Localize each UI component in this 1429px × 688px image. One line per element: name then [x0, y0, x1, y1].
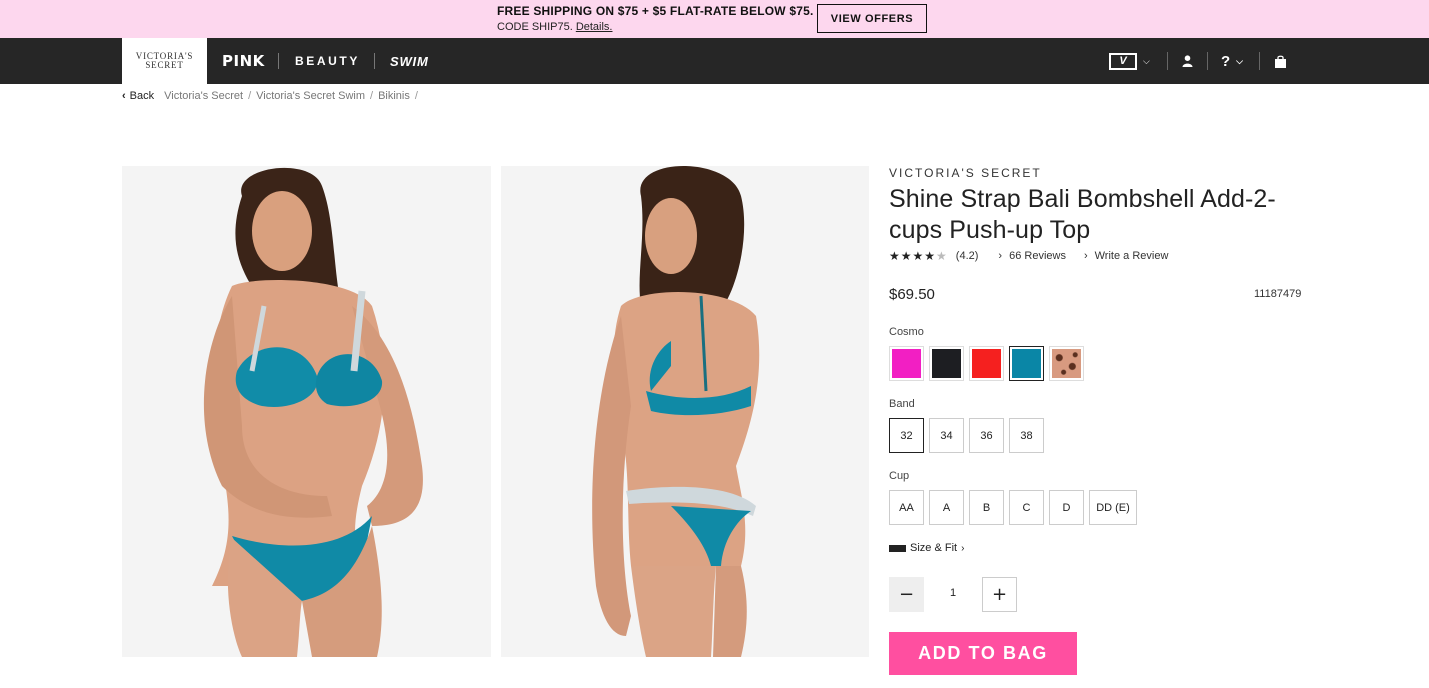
- nav-divider: [1167, 52, 1168, 70]
- chevron-right-icon: ›: [961, 542, 965, 554]
- vs-logo[interactable]: VICTORIA'S SECRET: [122, 38, 207, 84]
- nav-divider: [374, 53, 375, 69]
- shopping-bag-button[interactable]: [1274, 38, 1287, 84]
- product-brand: VICTORIA'S SECRET: [889, 166, 1042, 180]
- color-swatches: [889, 346, 1084, 381]
- help-dropdown[interactable]: ? ⌵: [1221, 38, 1243, 84]
- color-swatch-red[interactable]: [969, 346, 1004, 381]
- rating-value: (4.2): [955, 250, 979, 262]
- quantity-decrease-button[interactable]: −: [889, 577, 924, 612]
- product-sku: 11187479: [1254, 288, 1302, 300]
- vs-badge-icon: V: [1109, 52, 1137, 70]
- product-title: Shine Strap Bali Bombshell Add-2-cups Pu…: [889, 185, 1276, 244]
- promo-headline: FREE SHIPPING ON $75 + $5 FLAT-RATE BELO…: [497, 4, 814, 18]
- breadcrumb-item-home[interactable]: Victoria's Secret: [164, 90, 243, 102]
- band-option-32[interactable]: 32: [889, 418, 924, 453]
- write-review-link[interactable]: › Write a Review: [1084, 250, 1168, 262]
- color-swatch-cosmo[interactable]: [1009, 346, 1044, 381]
- model-back-illustration: [501, 166, 869, 657]
- quantity-increase-button[interactable]: +: [982, 577, 1017, 612]
- vs-account-dropdown[interactable]: V ⌵: [1109, 38, 1150, 84]
- cup-option-d[interactable]: D: [1049, 490, 1084, 525]
- nav-divider: [278, 53, 279, 69]
- account-button[interactable]: [1182, 38, 1193, 84]
- cup-option-dd[interactable]: DD (E): [1089, 490, 1137, 525]
- view-offers-button[interactable]: VIEW OFFERS: [817, 4, 927, 33]
- cup-options: AA A B C D DD (E): [889, 490, 1137, 525]
- help-icon: ?: [1221, 52, 1231, 70]
- quantity-value[interactable]: 1: [935, 587, 971, 599]
- cup-option-b[interactable]: B: [969, 490, 1004, 525]
- promo-code-line: CODE SHIP75. Details.: [497, 21, 613, 33]
- breadcrumb-item-swim[interactable]: Victoria's Secret Swim: [256, 90, 365, 102]
- breadcrumb: ‹ Back Victoria's Secret / Victoria's Sec…: [122, 90, 423, 102]
- size-fit-label: Size & Fit: [910, 542, 958, 554]
- minus-icon: −: [898, 584, 915, 605]
- band-option-34[interactable]: 34: [929, 418, 964, 453]
- nav-divider: [1207, 52, 1208, 70]
- cup-label: Cup: [889, 470, 910, 482]
- band-options: 32 34 36 38: [889, 418, 1044, 453]
- main-nav: VICTORIA'S SECRET PINK BEAUTY SWIM V ⌵ ?…: [0, 38, 1429, 84]
- promo-banner: FREE SHIPPING ON $75 + $5 FLAT-RATE BELO…: [0, 0, 1429, 38]
- chevron-down-icon: ⌵: [1143, 55, 1150, 66]
- chevron-down-icon: ⌵: [1236, 55, 1243, 66]
- product-price: $69.50: [889, 286, 935, 303]
- reviews-link-label: 66 Reviews: [1009, 250, 1066, 262]
- nav-link-swim[interactable]: SWIM: [390, 38, 429, 84]
- back-link[interactable]: ‹ Back: [122, 90, 154, 102]
- breadcrumb-item-bikinis[interactable]: Bikinis: [378, 90, 410, 102]
- size-fit-link[interactable]: Size & Fit ›: [889, 542, 964, 554]
- nav-link-beauty[interactable]: BEAUTY: [295, 38, 360, 84]
- cup-option-c[interactable]: C: [1009, 490, 1044, 525]
- write-review-label: Write a Review: [1094, 250, 1169, 262]
- breadcrumb-separator: /: [248, 90, 252, 102]
- cup-option-a[interactable]: A: [929, 490, 964, 525]
- model-front-illustration: [122, 166, 491, 657]
- chevron-right-icon: ›: [1083, 250, 1088, 262]
- breadcrumb-separator: /: [370, 90, 374, 102]
- product-image-front[interactable]: [122, 166, 491, 657]
- rating-row: ★★★★★ (4.2) › 66 Reviews › Write a Review: [889, 249, 1168, 263]
- user-icon: [1182, 55, 1193, 67]
- ruler-icon: [889, 544, 906, 552]
- band-option-36[interactable]: 36: [969, 418, 1004, 453]
- chevron-right-icon: ›: [998, 250, 1003, 262]
- logo-line-2: SECRET: [145, 60, 184, 70]
- cup-option-aa[interactable]: AA: [889, 490, 924, 525]
- nav-divider: [1259, 52, 1260, 70]
- color-swatch-leopard[interactable]: [1049, 346, 1084, 381]
- color-swatch-magenta[interactable]: [889, 346, 924, 381]
- band-option-38[interactable]: 38: [1009, 418, 1044, 453]
- plus-icon: +: [991, 584, 1008, 605]
- back-label: Back: [129, 90, 155, 102]
- nav-link-pink[interactable]: PINK: [222, 38, 265, 84]
- promo-details-link[interactable]: Details.: [576, 21, 613, 33]
- color-label: Cosmo: [889, 326, 924, 338]
- star-rating-icon: ★★★★★: [889, 249, 948, 263]
- band-label: Band: [889, 398, 915, 410]
- product-image-back[interactable]: [501, 166, 869, 657]
- shopping-bag-icon: [1275, 55, 1286, 68]
- color-swatch-black[interactable]: [929, 346, 964, 381]
- add-to-bag-button[interactable]: ADD TO BAG: [889, 632, 1077, 675]
- reviews-link[interactable]: › 66 Reviews: [998, 250, 1066, 262]
- chevron-left-icon: ‹: [122, 90, 126, 102]
- promo-code-text: CODE SHIP75.: [497, 21, 573, 33]
- breadcrumb-separator: /: [414, 90, 418, 102]
